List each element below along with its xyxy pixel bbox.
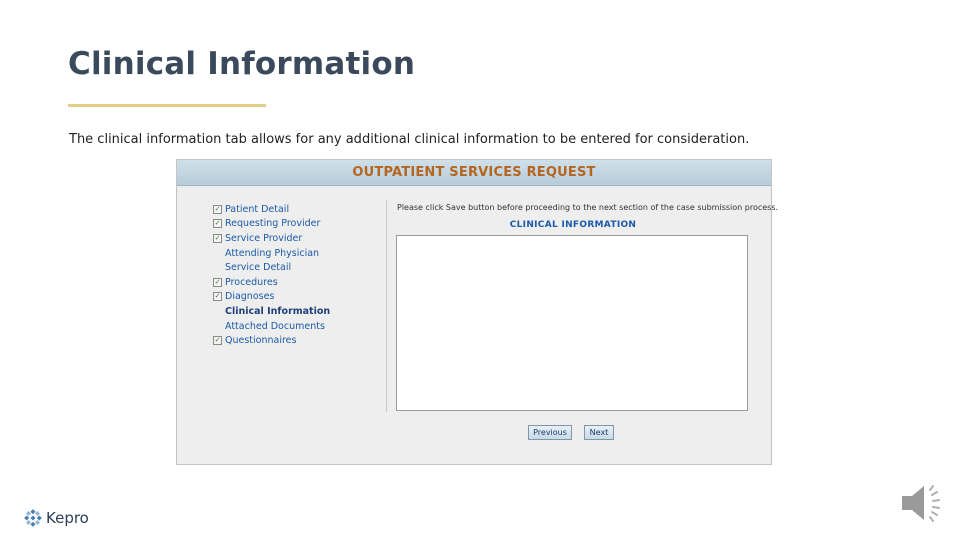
nav-item-label: Questionnaires — [225, 335, 297, 347]
nav-item-label: Attending Physician — [225, 247, 320, 259]
kepro-logo-icon — [24, 509, 42, 527]
checkmark-icon: ✓ — [213, 277, 222, 287]
nav-item-diagnoses[interactable]: ✓ Diagnoses — [213, 290, 393, 305]
section-title: CLINICAL INFORMATION — [509, 220, 637, 230]
nav-item-clinical-information[interactable]: Clinical Information — [213, 304, 393, 319]
save-instruction: Please click Save button before proceedi… — [397, 203, 779, 212]
checkmark-icon: ✓ — [213, 204, 222, 214]
nav-item-label: Service Provider — [225, 232, 303, 244]
app-body: ✓ Patient Detail ✓ Requesting Provider ✓… — [179, 188, 778, 462]
nav-item-procedures[interactable]: ✓ Procedures — [213, 275, 393, 290]
speaker-icon[interactable] — [898, 480, 948, 526]
kepro-logo: Kepro — [24, 509, 89, 527]
section-nav: ✓ Patient Detail ✓ Requesting Provider ✓… — [213, 202, 393, 348]
logo-text: Kepro — [46, 509, 89, 527]
checkmark-icon: ✓ — [213, 292, 222, 302]
nav-item-attending-physician[interactable]: Attending Physician — [213, 246, 393, 261]
checkmark-icon: ✓ — [213, 233, 222, 243]
nav-item-label: Procedures — [225, 276, 278, 288]
nav-item-attached-documents[interactable]: Attached Documents — [213, 319, 393, 334]
slide-description: The clinical information tab allows for … — [69, 132, 750, 147]
previous-button[interactable]: Previous — [528, 425, 572, 440]
nav-item-label: Requesting Provider — [225, 218, 321, 230]
nav-item-patient-detail[interactable]: ✓ Patient Detail — [213, 202, 393, 217]
nav-item-service-provider[interactable]: ✓ Service Provider — [213, 231, 393, 246]
title-underline — [68, 104, 266, 107]
nav-item-label: Patient Detail — [225, 203, 290, 215]
nav-item-service-detail[interactable]: Service Detail — [213, 260, 393, 275]
checkmark-icon: ✓ — [213, 336, 222, 346]
outpatient-request-screenshot: OUTPATIENT SERVICES REQUEST ✓ Patient De… — [176, 159, 778, 465]
nav-divider — [386, 200, 387, 412]
app-header-title: OUTPATIENT SERVICES REQUEST — [352, 165, 596, 180]
nav-item-questionnaires[interactable]: ✓ Questionnaires — [213, 333, 393, 348]
app-header: OUTPATIENT SERVICES REQUEST — [177, 160, 771, 186]
nav-item-label: Diagnoses — [225, 291, 275, 303]
nav-item-label: Attached Documents — [225, 320, 325, 332]
page-title: Clinical Information — [68, 46, 416, 82]
checkmark-icon: ✓ — [213, 219, 222, 229]
next-button[interactable]: Next — [584, 425, 614, 440]
nav-item-label: Clinical Information — [225, 305, 331, 317]
nav-item-label: Service Detail — [225, 262, 292, 274]
clinical-information-textarea[interactable] — [396, 235, 748, 411]
nav-item-requesting-provider[interactable]: ✓ Requesting Provider — [213, 217, 393, 232]
